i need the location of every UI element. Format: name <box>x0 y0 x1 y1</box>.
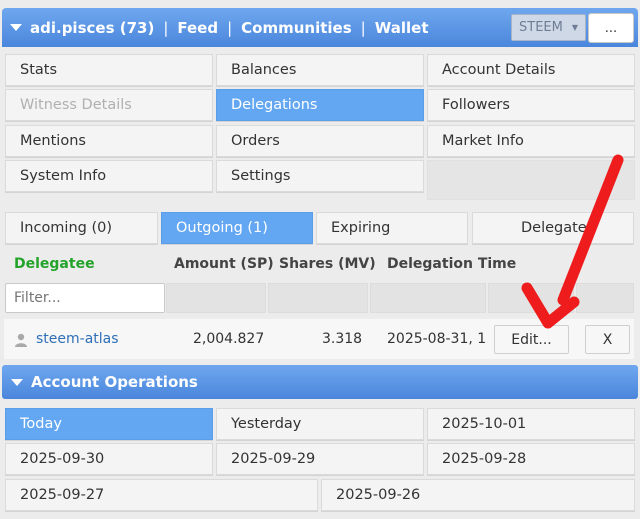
currency-select-value: STEEM <box>519 20 563 35</box>
more-button[interactable]: ... <box>588 13 634 43</box>
select-arrow-icon: ▼ <box>571 23 578 32</box>
nav-orders[interactable]: Orders <box>216 125 424 157</box>
edit-button[interactable]: Edit... <box>494 325 569 354</box>
filter-cell <box>576 283 634 313</box>
caret-down-icon <box>11 378 23 386</box>
account-operations-title: Account Operations <box>31 373 198 391</box>
nav-settings[interactable]: Settings <box>216 160 424 192</box>
nav-followers[interactable]: Followers <box>427 89 635 121</box>
header-amount[interactable]: Amount (SP) <box>174 256 274 278</box>
top-navbar: adi.pisces (73) | Feed | Communities | W… <box>2 8 638 47</box>
nav-witness-details: Witness Details <box>5 89 213 121</box>
separator: | <box>360 18 366 37</box>
filter-cell <box>166 283 266 313</box>
feed-link[interactable]: Feed <box>177 19 218 37</box>
user-icon <box>15 333 27 347</box>
tab-outgoing[interactable]: Outgoing (1) <box>161 212 313 244</box>
filter-cell <box>370 283 486 313</box>
wallet-link[interactable]: Wallet <box>375 19 429 37</box>
header-delegation-time[interactable]: Delegation Time <box>387 256 516 278</box>
day-2025-09-28[interactable]: 2025-09-28 <box>427 443 635 475</box>
account-operations-header[interactable]: Account Operations <box>2 365 638 399</box>
tab-expiring[interactable]: Expiring <box>316 212 468 244</box>
nav-delegations[interactable]: Delegations <box>216 89 424 121</box>
day-2025-09-29[interactable]: 2025-09-29 <box>216 443 424 475</box>
delegatee-link[interactable]: steem-atlas <box>36 331 119 347</box>
separator: | <box>163 18 169 37</box>
delegation-time-value: 2025-08-31, 17: <box>387 331 487 347</box>
account-name-link[interactable]: adi.pisces (73) <box>30 19 154 37</box>
nav-market-info[interactable]: Market Info <box>427 125 635 157</box>
filter-input[interactable] <box>5 283 165 313</box>
day-yesterday[interactable]: Yesterday <box>216 408 424 440</box>
communities-link[interactable]: Communities <box>241 19 352 37</box>
currency-select[interactable]: STEEM ▼ <box>511 14 586 41</box>
day-today[interactable]: Today <box>5 408 213 440</box>
nav-system-info[interactable]: System Info <box>5 160 213 192</box>
caret-down-icon[interactable] <box>10 24 22 31</box>
header-shares[interactable]: Shares (MV) <box>279 256 376 278</box>
filter-cell <box>488 283 574 313</box>
day-2025-09-27[interactable]: 2025-09-27 <box>5 479 318 511</box>
nav-empty-cell <box>427 160 635 200</box>
nav-mentions[interactable]: Mentions <box>5 125 213 157</box>
day-2025-09-30[interactable]: 2025-09-30 <box>5 443 213 475</box>
nav-stats[interactable]: Stats <box>5 54 213 86</box>
nav-balances[interactable]: Balances <box>216 54 424 86</box>
separator: | <box>227 18 233 37</box>
header-delegatee[interactable]: Delegatee <box>14 256 95 278</box>
tab-delegate[interactable]: Delegate <box>472 212 634 244</box>
day-2025-09-26[interactable]: 2025-09-26 <box>321 479 635 511</box>
remove-delegation-button[interactable]: X <box>585 325 630 354</box>
nav-account-details[interactable]: Account Details <box>427 54 635 86</box>
amount-value: 2,004.827 <box>193 331 265 347</box>
filter-cell <box>268 283 368 313</box>
day-2025-10-01[interactable]: 2025-10-01 <box>427 408 635 440</box>
shares-value: 3.318 <box>322 331 363 347</box>
tab-incoming[interactable]: Incoming (0) <box>5 212 158 244</box>
